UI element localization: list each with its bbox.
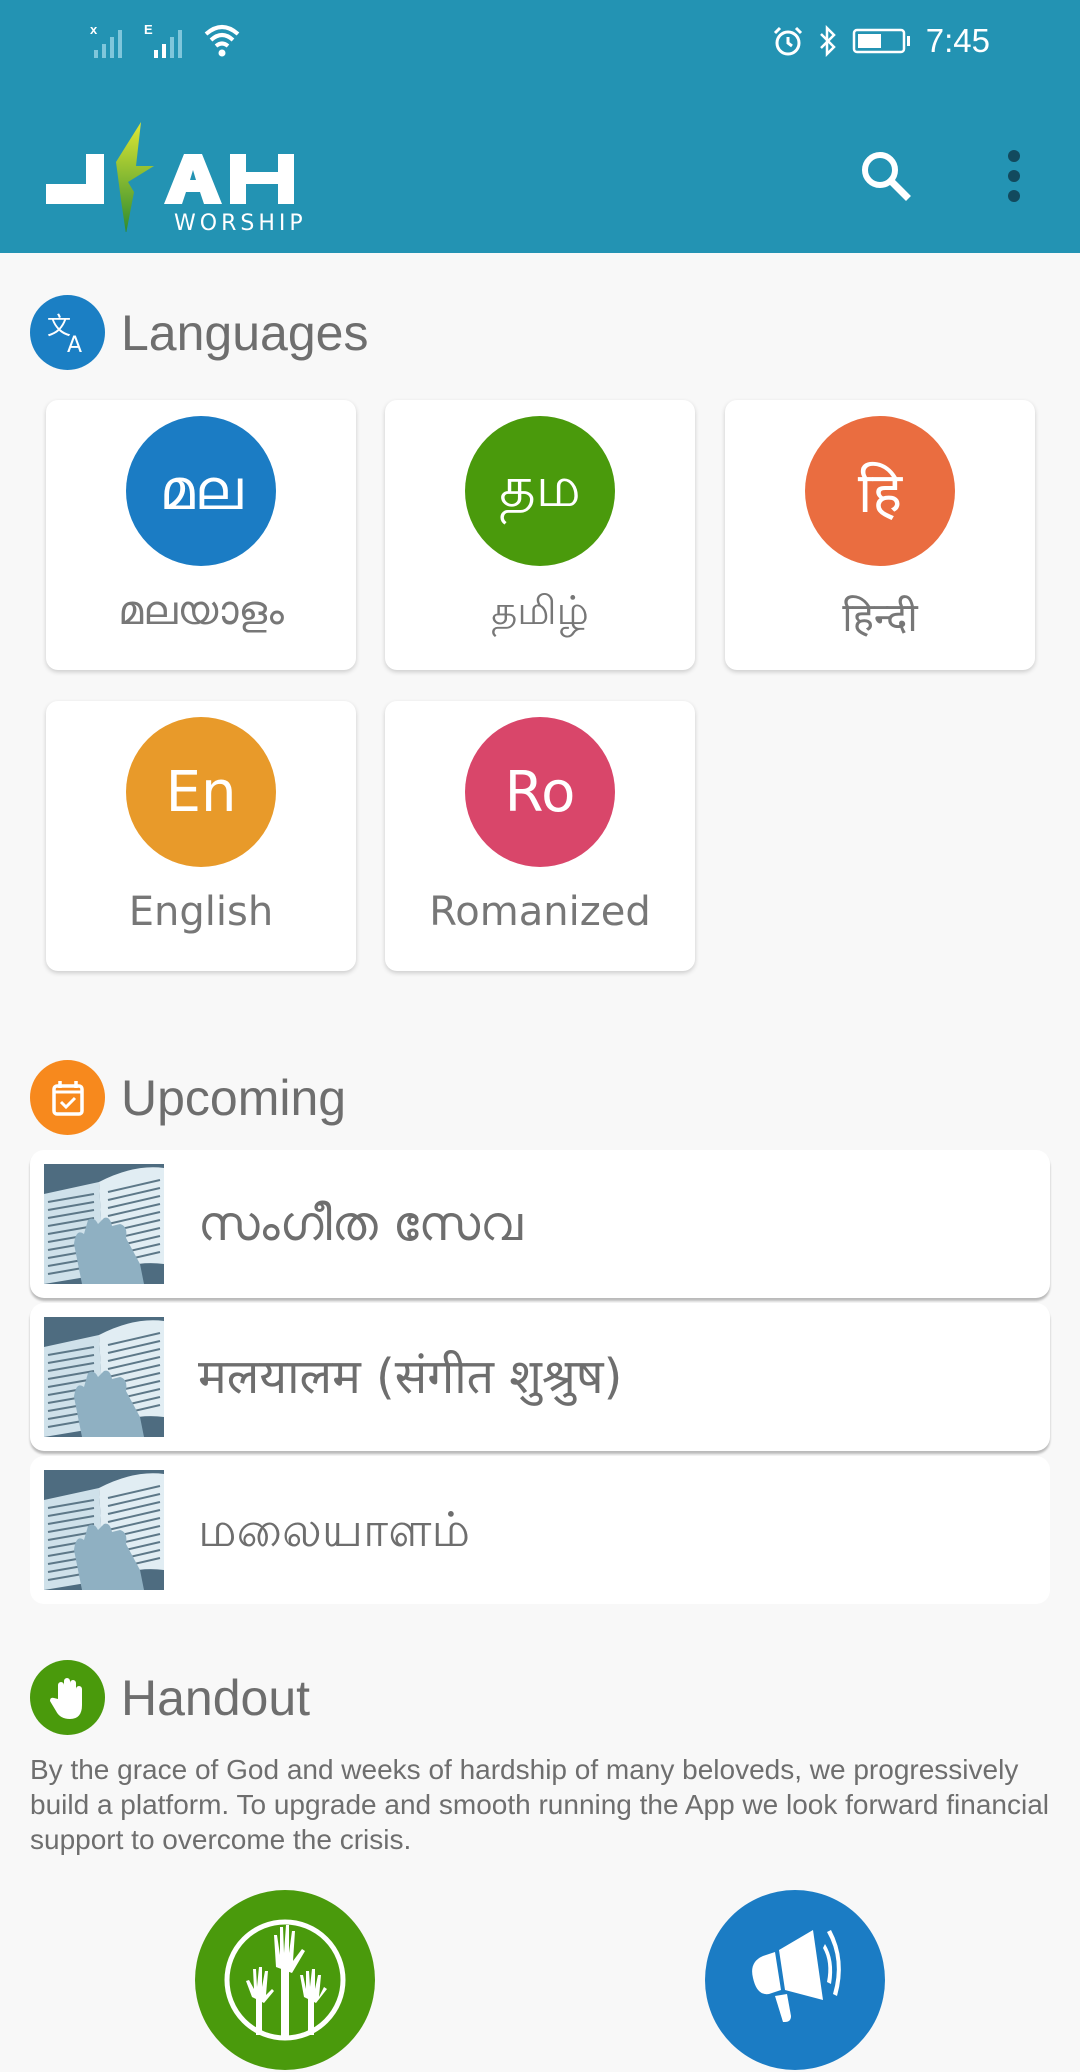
more-vertical-icon [1008, 150, 1020, 202]
handout-title: Handout [121, 1669, 311, 1726]
handout-header: Handout [30, 1660, 310, 1735]
status-bar: x E 7:45 [0, 0, 1080, 86]
language-name: தமிழ் [491, 588, 589, 634]
upcoming-item-title: സംഗീത സേവ [198, 1196, 523, 1252]
calendar-check-icon [30, 1060, 105, 1135]
language-badge: தம [465, 416, 615, 566]
status-left: x E [90, 22, 242, 58]
language-card-tamil[interactable]: தம தமிழ் [385, 400, 695, 670]
language-badge: हि [805, 416, 955, 566]
language-card-english[interactable]: En English [46, 701, 356, 971]
language-name: English [128, 889, 274, 935]
language-card-malayalam[interactable]: മല മലയാളം [46, 400, 356, 670]
wifi-icon [204, 25, 240, 57]
language-card-romanized[interactable]: Ro Romanized [385, 701, 695, 971]
upcoming-item[interactable]: मलयालम (संगीत शुश्रुष) [30, 1303, 1050, 1451]
donate-button[interactable] [195, 1890, 375, 2070]
language-badge: En [126, 717, 276, 867]
hand-icon [30, 1660, 105, 1735]
svg-text:WORSHIP: WORSHIP [174, 211, 307, 232]
alarm-icon [773, 26, 802, 56]
search-icon [862, 152, 911, 201]
upcoming-item-title: மலையாளம் [198, 1502, 471, 1558]
open-book-thumbnail [44, 1317, 164, 1437]
language-badge: Ro [465, 717, 615, 867]
app-logo: WORSHIP [46, 122, 326, 236]
clock: 7:45 [925, 22, 990, 59]
languages-title: Languages [121, 304, 369, 361]
language-name: हिन्दी [842, 595, 918, 641]
status-right: 7:45 [772, 22, 990, 60]
svg-text:E: E [144, 22, 153, 37]
translate-icon: 文 A [30, 295, 105, 370]
announcements-button[interactable] [705, 1890, 885, 2070]
svg-text:A: A [67, 333, 82, 358]
open-book-thumbnail [44, 1470, 164, 1590]
search-button[interactable] [846, 136, 926, 216]
upcoming-item-title: मलयालम (संगीत शुश्रुष) [198, 1349, 623, 1405]
upcoming-title: Upcoming [121, 1069, 347, 1126]
upcoming-item[interactable]: സംഗീത സേവ [30, 1150, 1050, 1298]
battery-icon [852, 28, 910, 54]
language-card-hindi[interactable]: हि हिन्दी [725, 400, 1035, 670]
megaphone-icon [752, 1930, 841, 2022]
language-name: മലയാളം [118, 588, 284, 634]
upcoming-item[interactable]: மலையாளம் [30, 1456, 1050, 1604]
language-name: Romanized [429, 889, 651, 935]
sim1-signal-icon: x [90, 22, 122, 58]
bluetooth-icon [819, 25, 836, 57]
open-book-thumbnail [44, 1164, 164, 1284]
upcoming-header: Upcoming [30, 1060, 346, 1135]
language-badge: മല [126, 416, 276, 566]
app-bar: x E 7:45 WORSHIP [0, 0, 1080, 253]
raised-hands-icon [224, 1919, 346, 2041]
overflow-menu-button[interactable] [974, 136, 1054, 216]
svg-text:x: x [90, 22, 98, 37]
languages-header: 文 A Languages [30, 295, 368, 370]
handout-text: By the grace of God and weeks of hardshi… [30, 1754, 1050, 1855]
sim2-signal-icon: E [144, 22, 182, 58]
toolbar: WORSHIP [0, 100, 1080, 253]
